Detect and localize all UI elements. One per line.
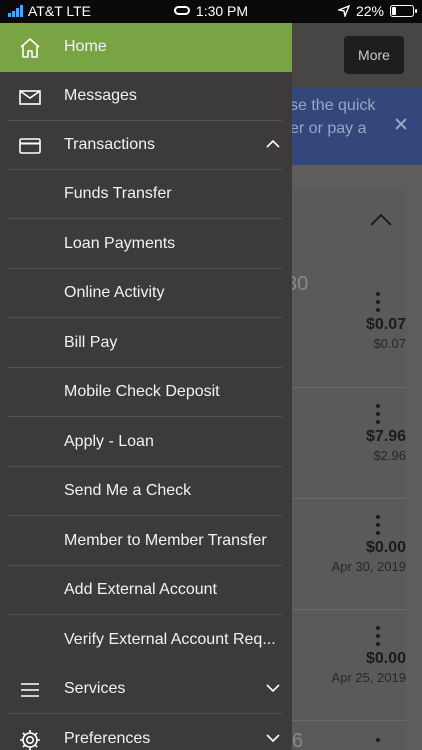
menu-item-label: Apply - Loan — [64, 433, 154, 450]
divider — [8, 614, 282, 615]
menu-item-label: Services — [64, 680, 126, 697]
menu-item-label: Member to Member Transfer — [64, 532, 267, 549]
partial-balance: 6 — [292, 730, 304, 750]
envelope-icon — [19, 90, 41, 105]
divider — [8, 713, 282, 714]
more-vertical-icon[interactable] — [376, 515, 380, 535]
menu-item-label: Bill Pay — [64, 334, 118, 351]
divider — [8, 317, 282, 318]
chevron-up-icon — [266, 139, 280, 148]
menu-item-funds-transfer[interactable]: Funds Transfer — [0, 170, 292, 219]
menu-item-label: Preferences — [64, 730, 151, 747]
more-vertical-icon[interactable] — [376, 404, 380, 424]
chevron-down-icon — [266, 734, 280, 743]
menu-item-bill-pay[interactable]: Bill Pay — [0, 319, 292, 368]
card-icon — [19, 138, 41, 154]
navigation-drawer: Home Messages Transactions Funds Transfe… — [0, 23, 292, 750]
menu-item-label: Home — [64, 38, 107, 55]
close-icon[interactable] — [394, 117, 408, 131]
divider — [8, 416, 282, 417]
menu-item-transactions[interactable]: Transactions — [0, 121, 292, 170]
transaction-row[interactable]: $7.96 $2.96 — [286, 404, 406, 463]
link-icon — [173, 6, 190, 15]
banner-text-line1: se the quick — [290, 97, 376, 114]
menu-item-label: Verify External Account Req... — [64, 631, 276, 648]
location-arrow-icon — [337, 5, 350, 17]
row-divider — [290, 720, 406, 721]
menu-item-preferences[interactable]: Preferences — [0, 715, 292, 750]
menu-item-label: Transactions — [64, 136, 155, 153]
clock: 1:30 PM — [195, 3, 249, 19]
divider — [8, 218, 282, 219]
row-divider — [290, 387, 406, 388]
menu-item-label: Add External Account — [64, 581, 217, 598]
transaction-amount: $0.00 — [365, 539, 406, 556]
more-vertical-icon[interactable] — [376, 626, 380, 646]
transaction-sub: $2.96 — [373, 448, 406, 463]
hamburger-icon — [21, 683, 39, 697]
menu-item-label: Messages — [64, 87, 137, 104]
menu-item-label: Online Activity — [64, 284, 165, 301]
divider — [8, 515, 282, 516]
menu-item-add-external-account[interactable]: Add External Account — [0, 566, 292, 615]
menu-item-services[interactable]: Services — [0, 665, 292, 714]
transaction-sub: Apr 25, 2019 — [331, 670, 406, 685]
transaction-sub: Apr 30, 2019 — [331, 559, 406, 574]
row-divider — [290, 609, 406, 610]
menu-item-send-me-a-check[interactable]: Send Me a Check — [0, 467, 292, 516]
menu-item-label: Funds Transfer — [64, 185, 172, 202]
battery-icon — [390, 5, 417, 17]
status-bar: AT&T LTE 1:30 PM 22% — [0, 0, 422, 23]
chevron-up-icon[interactable] — [370, 212, 392, 226]
battery-percent: 22% — [355, 3, 384, 19]
transaction-amount: $7.96 — [365, 428, 406, 445]
menu-item-label: Mobile Check Deposit — [64, 383, 220, 400]
menu-item-mobile-check-deposit[interactable]: Mobile Check Deposit — [0, 368, 292, 417]
menu-item-online-activity[interactable]: Online Activity — [0, 269, 292, 318]
menu-item-member-to-member-transfer[interactable]: Member to Member Transfer — [0, 517, 292, 566]
transaction-row[interactable]: $0.07 $0.07 — [286, 292, 406, 351]
menu-item-label: Send Me a Check — [64, 482, 192, 499]
transaction-amount: $0.00 — [365, 650, 406, 667]
more-vertical-icon[interactable] — [376, 738, 380, 742]
transaction-amount: $0.07 — [365, 316, 406, 333]
menu-item-label: Loan Payments — [64, 235, 176, 252]
menu-item-apply-loan[interactable]: Apply - Loan — [0, 418, 292, 467]
gear-icon — [20, 730, 40, 750]
menu-item-messages[interactable]: Messages — [0, 72, 292, 121]
menu-item-loan-payments[interactable]: Loan Payments — [0, 220, 292, 269]
banner-text-line2: er or pay a — [290, 120, 367, 137]
home-icon — [20, 38, 40, 58]
transaction-row[interactable]: $0.00 Apr 25, 2019 — [286, 626, 406, 685]
transaction-sub: $0.07 — [373, 336, 406, 351]
menu-item-home[interactable]: Home — [0, 23, 292, 72]
chevron-down-icon — [266, 684, 280, 693]
menu-item-verify-external-account[interactable]: Verify External Account Req... — [0, 616, 292, 665]
transaction-row[interactable]: $0.00 Apr 30, 2019 — [286, 515, 406, 574]
more-button[interactable]: More — [344, 36, 404, 74]
row-divider — [290, 498, 406, 499]
more-vertical-icon[interactable] — [376, 292, 380, 312]
